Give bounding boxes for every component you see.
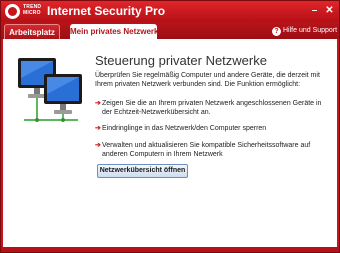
list-item: ➔ Eindringlinge in das Netzwerk/den Comp… bbox=[95, 124, 333, 133]
list-item-text: Eindringlinge in das Netzwerk/den Comput… bbox=[102, 125, 267, 132]
close-button[interactable]: ✕ bbox=[323, 5, 336, 17]
app-window: TREND MICRO Internet Security Pro – ✕ Ar… bbox=[0, 0, 340, 253]
brand-wordmark: TREND MICRO bbox=[23, 4, 45, 16]
arrow-right-icon: ➔ bbox=[95, 100, 101, 107]
help-icon: ? bbox=[272, 26, 281, 36]
list-item-text: Verwalten und aktualisieren Sie kompatib… bbox=[102, 142, 311, 158]
minimize-button[interactable]: – bbox=[308, 5, 321, 17]
help-support-link[interactable]: ? Hilfe und Support bbox=[272, 25, 337, 37]
tab-bar: Arbeitsplatz Mein privates Netzwerk ? Hil… bbox=[1, 22, 339, 39]
trend-micro-logo-icon bbox=[5, 4, 20, 19]
arrow-right-icon: ➔ bbox=[95, 142, 101, 149]
open-network-overview-button[interactable]: Netzwerkübersicht öffnen bbox=[97, 164, 188, 178]
help-label: Hilfe und Support bbox=[283, 27, 338, 34]
title-bar[interactable]: TREND MICRO Internet Security Pro – ✕ bbox=[1, 1, 339, 22]
status-strip bbox=[1, 247, 339, 252]
app-title: Internet Security Pro bbox=[47, 4, 166, 18]
page-title: Steuerung privater Netzwerke bbox=[95, 53, 267, 68]
feature-list: ➔ Zeigen Sie die an Ihrem privaten Netzw… bbox=[95, 99, 333, 166]
network-computers-icon bbox=[18, 58, 82, 122]
list-item-text: Zeigen Sie die an Ihrem privaten Netzwer… bbox=[102, 100, 322, 116]
list-item: ➔ Zeigen Sie die an Ihrem privaten Netzw… bbox=[95, 99, 333, 117]
list-item: ➔ Verwalten und aktualisieren Sie kompat… bbox=[95, 141, 333, 159]
main-panel: Steuerung privater Netzwerke Überprüfen … bbox=[3, 39, 337, 247]
tab-mein-privates-netzwerk[interactable]: Mein privates Netzwerk bbox=[70, 24, 158, 39]
brand-line-2: MICRO bbox=[23, 10, 41, 16]
tab-arbeitsplatz[interactable]: Arbeitsplatz bbox=[4, 24, 60, 39]
intro-text: Überprüfen Sie regelmäßig Computer und a… bbox=[95, 72, 320, 88]
arrow-right-icon: ➔ bbox=[95, 125, 101, 132]
